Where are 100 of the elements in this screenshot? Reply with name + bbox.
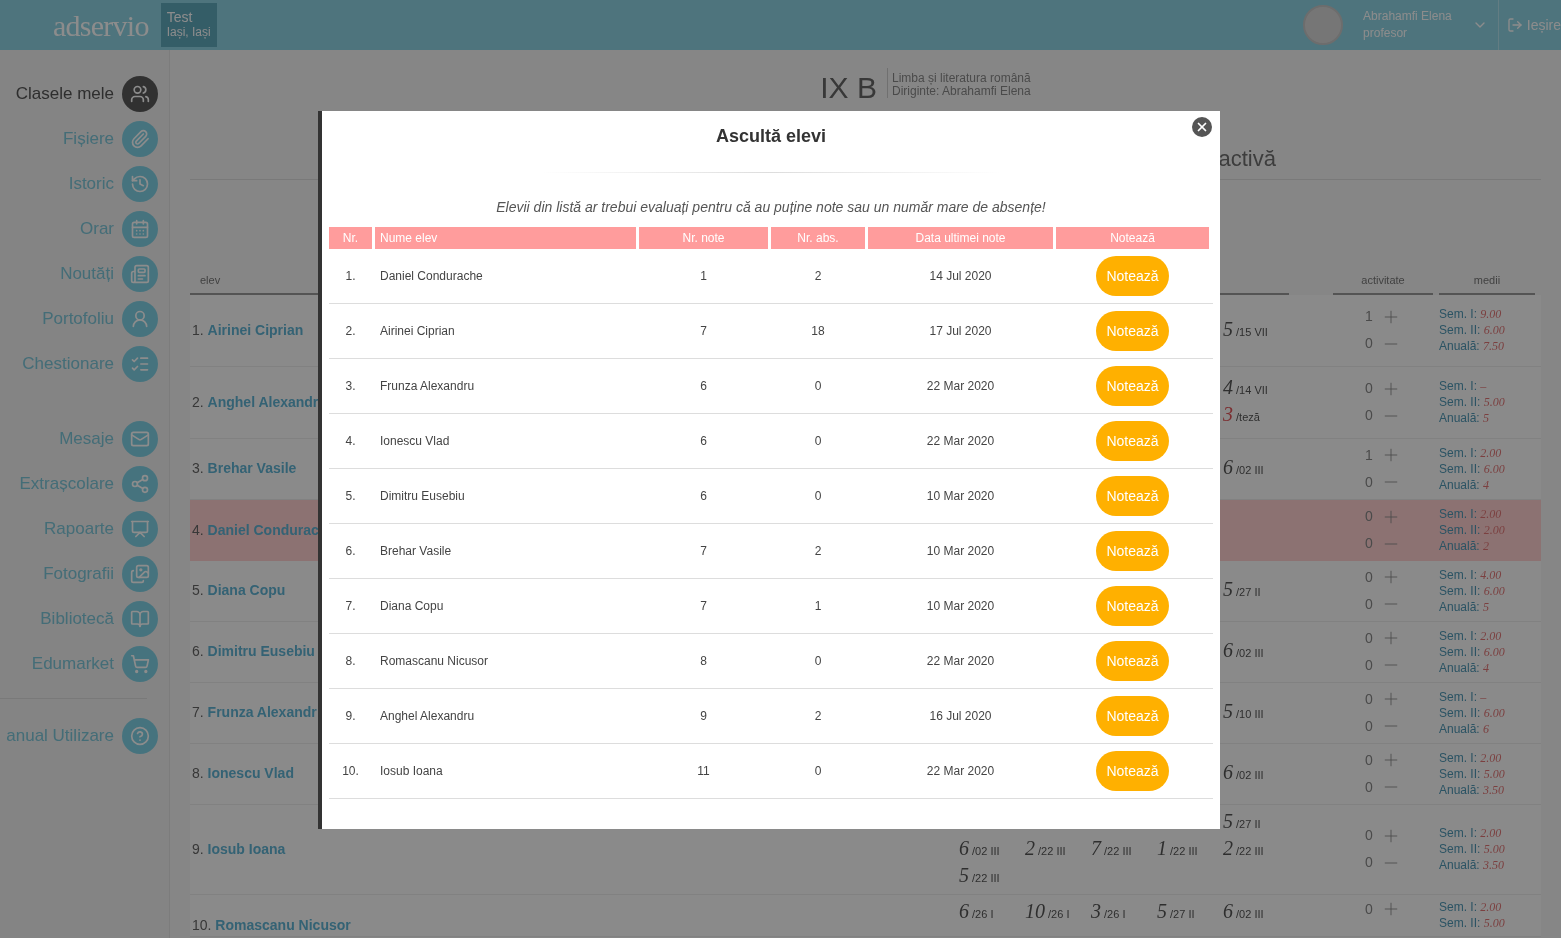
images-icon (130, 563, 150, 584)
table-cell-text: Frunza Alexandru (379, 378, 476, 395)
average: Anuală: 7.50 (1439, 338, 1506, 354)
table-cell-text: 10 Mar 2020 (925, 543, 996, 560)
activity-count: 0 (1365, 689, 1373, 709)
average: Sem. II: 5.00 (1439, 914, 1506, 931)
table-cell-text: 2. (344, 323, 357, 340)
activity-count: 0 (1365, 853, 1373, 872)
grade-button[interactable]: Notează (1096, 256, 1169, 296)
average: Anuală: 5 (1439, 598, 1491, 615)
user-role: profesor (1363, 25, 1409, 42)
sidebar-item[interactable]: Fotografii (0, 551, 169, 596)
sidebar-item[interactable]: Portofoliu (0, 296, 169, 341)
table-cell-text: 0 (813, 378, 823, 395)
activity-count: 0 (1365, 826, 1373, 845)
avatar[interactable] (1303, 5, 1344, 45)
table-cell-text: 1 (813, 598, 823, 615)
grade-button[interactable]: Notează (1096, 366, 1169, 406)
average: Sem. I: 2.00 (1439, 749, 1503, 766)
sidebar-item[interactable]: Edumarket (0, 641, 169, 686)
average: Sem. II: 5.00 (1439, 765, 1506, 782)
table-cell-text: Diana Copu (379, 598, 445, 615)
table-cell-text: 22 Mar 2020 (925, 653, 996, 670)
average: Sem. I: – (1439, 688, 1488, 705)
grade-button[interactable]: Notează (1096, 476, 1169, 516)
table-cell-text: 16 Jul 2020 (928, 708, 993, 725)
sidebar-item[interactable]: Clasele mele (0, 71, 169, 116)
head-teacher: Diriginte: Abrahamfi Elena (891, 85, 1031, 98)
table-cell-text: 7 (699, 323, 708, 340)
activity-count: 0 (1365, 594, 1373, 614)
close-button[interactable] (1192, 117, 1212, 137)
column-header: Notează (1056, 227, 1209, 249)
table-cell-text: 4. (344, 433, 357, 450)
logout-button[interactable]: Ieșire (1506, 14, 1561, 36)
column-header: Nr. note (639, 227, 768, 249)
activity-count: 1 (1365, 307, 1373, 326)
table-cell-text: 10. (341, 763, 360, 780)
column-header: Nume elev (375, 227, 636, 249)
sidebar-item[interactable]: Noutăți (0, 251, 169, 296)
table-cell-text: 6 (699, 378, 708, 395)
sidebar-item[interactable]: Mesaje (0, 416, 169, 461)
school-selector[interactable]: Test Iași, Iași (160, 3, 217, 47)
student-name[interactable]: 9. Iosub Ioana (190, 838, 959, 860)
average: Anuală: 5 (1439, 410, 1491, 426)
grade-button[interactable]: Notează (1096, 421, 1169, 461)
sidebar-item[interactable]: Orar (0, 206, 169, 251)
sidebar-item[interactable]: Bibliotecă (0, 596, 169, 641)
book-icon (130, 608, 150, 629)
calendar-icon (130, 218, 150, 239)
grade-button[interactable]: Notează (1096, 641, 1169, 681)
average: Sem. I: 2.00 (1439, 825, 1503, 841)
sidebar-item[interactable]: anual Utilizare (0, 713, 169, 758)
table-cell-text: 11 (696, 763, 711, 780)
activity-count: 0 (1365, 379, 1373, 398)
table-cell-text: 22 Mar 2020 (925, 433, 996, 450)
average: Sem. II: 5.00 (1439, 394, 1506, 410)
grade-button[interactable]: Notează (1096, 531, 1169, 571)
table-cell-text: Dimitru Eusebiu (379, 488, 466, 505)
table-cell-text: 18 (810, 323, 826, 340)
sidebar-item[interactable]: Istoric (0, 161, 169, 206)
column-header: Data ultimei note (868, 227, 1053, 249)
grade-button[interactable]: Notează (1096, 586, 1169, 626)
paperclip-icon (130, 128, 150, 149)
notice: Elevii din listă ar trebui evaluați pentru că au puține note sau un număr mare de absențe! (496, 198, 1046, 217)
table-cell-text: 2 (813, 708, 823, 725)
table-cell-text: Airinei Ciprian (379, 323, 456, 340)
sidebar-item[interactable]: Rapoarte (0, 506, 169, 551)
average: Sem. I: – (1439, 378, 1488, 394)
table-cell-text: 6. (344, 543, 357, 560)
logout-icon (1506, 17, 1523, 33)
activity-count: 0 (1365, 750, 1373, 770)
student-name[interactable]: 10. Romascanu Nicusor (190, 914, 959, 936)
average: Anuală: 3.50 (1439, 857, 1506, 873)
grade-button[interactable]: Notează (1096, 696, 1169, 736)
grade-button[interactable]: Notează (1096, 751, 1169, 791)
table-cell-text: 9 (699, 708, 708, 725)
average: Sem. I: 2.00 (1439, 444, 1503, 461)
newspaper-icon (130, 263, 150, 284)
table-cell-text: 7 (699, 543, 708, 560)
table-cell-text: 0 (813, 488, 823, 505)
activity-count: 0 (1365, 334, 1373, 353)
table-cell-text: 6 (699, 488, 708, 505)
average: Sem. II: 6.00 (1439, 704, 1506, 721)
table-cell-text: 10 Mar 2020 (925, 488, 996, 505)
tab-label[interactable]: activă (1218, 142, 1276, 175)
activity-count: 1 (1365, 445, 1373, 465)
grade-button[interactable]: Notează (1096, 311, 1169, 351)
table-cell-text: Iosub Ioana (379, 763, 444, 780)
average: Sem. I: 9.00 (1439, 306, 1503, 322)
sidebar-item[interactable]: Chestionare (0, 341, 169, 386)
table-cell-text: Brehar Vasile (379, 543, 453, 560)
average: Anuală: 4 (1439, 659, 1491, 676)
modal-title: Ascultă elevi (715, 125, 827, 148)
activity-count: 0 (1365, 899, 1373, 919)
average: Sem. II: 5.00 (1439, 841, 1506, 857)
sidebar-item[interactable]: Fișiere (0, 116, 169, 161)
table-cell-text: 0 (813, 433, 823, 450)
sidebar-item[interactable]: Extrașcolare (0, 461, 169, 506)
average: Sem. II: 6.00 (1439, 460, 1506, 477)
column-header: Nr. abs. (771, 227, 865, 249)
